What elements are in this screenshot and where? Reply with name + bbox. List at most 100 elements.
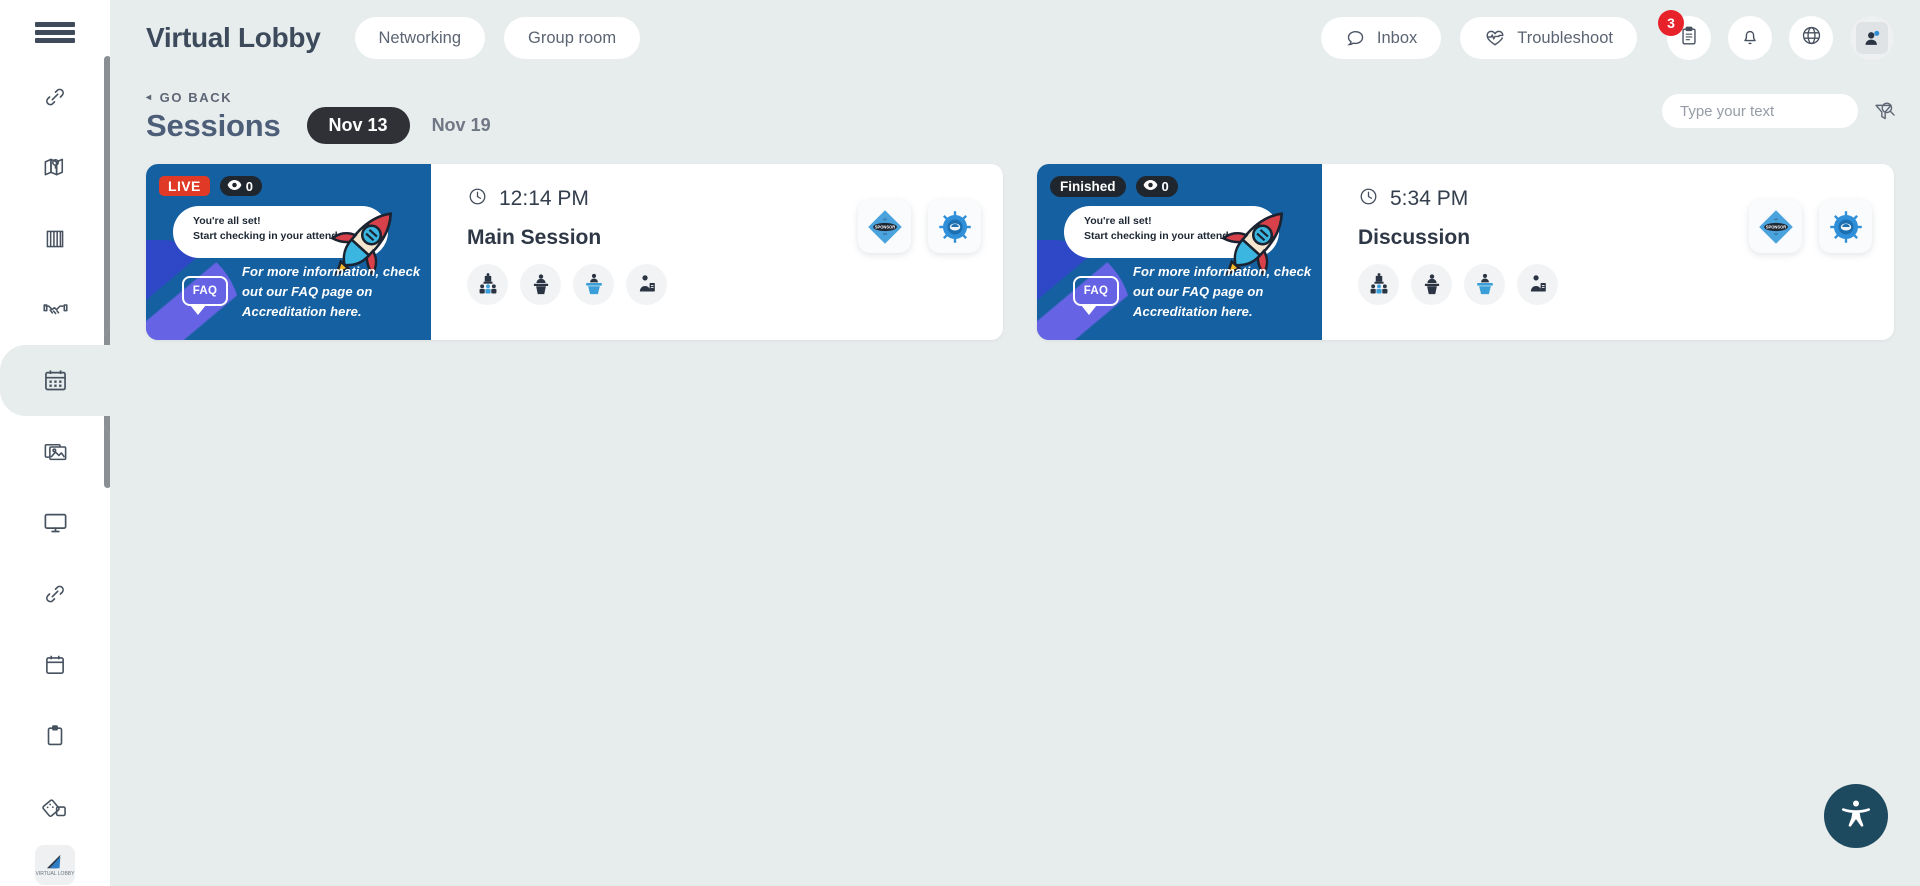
session-info: 5:34 PM Discussion [1358,186,1749,340]
session-speakers [1358,264,1749,305]
go-back-link[interactable]: ◂ GO BACK [146,90,1894,105]
note-line-2: out our FAQ page on [1133,283,1264,299]
sponsor-seal-badge[interactable] [1819,200,1872,253]
sidebar-item-link[interactable] [0,61,110,132]
sidebar-item-banner[interactable] [0,203,110,274]
user-profile-button[interactable] [1850,16,1894,60]
sidebar-item-sessions[interactable] [0,319,110,442]
sidebar-logo-wrap: VIRTUAL LOBBY [0,844,110,886]
session-info: 12:14 PM Main Session [467,186,858,340]
accessibility-button[interactable] [1824,784,1888,848]
hamburger-icon[interactable] [35,22,75,43]
sidebar-item-notes[interactable] [0,700,110,771]
eye-icon [1143,179,1158,194]
accessibility-person-icon [1838,796,1874,837]
tab-group-room-label: Group room [528,28,617,47]
eye-icon [227,179,242,194]
session-sponsors: SPONSOR API API [858,186,981,340]
sidebar-item-games[interactable] [0,771,110,842]
notifications-button[interactable] [1728,16,1772,60]
app-logo-label: VIRTUAL LOBBY [35,871,75,877]
note-line-1: For more information, check [242,263,421,279]
session-speakers [467,264,858,305]
banner-icon [42,226,68,252]
sidebar-item-gallery[interactable] [0,416,110,487]
app-logo-icon[interactable]: VIRTUAL LOBBY [35,845,75,885]
thumbnail-note: For more information, check out our FAQ … [242,262,420,322]
page-title-row: Sessions Nov 13 Nov 19 [146,107,1894,144]
note-line-3: Accreditation here. [1133,303,1253,319]
search-input[interactable] [1680,102,1879,120]
views-badge: 0 [1135,176,1178,197]
clock-icon [467,186,488,212]
svg-text:SPONSOR: SPONSOR [1765,224,1786,229]
language-button[interactable] [1789,16,1833,60]
app-root: VIRTUAL LOBBY Virtual Lobby Networking G… [0,0,1920,886]
heart-pulse-icon [1484,27,1506,49]
note-line-1: For more information, check [1133,263,1312,279]
svg-text:API: API [1773,218,1777,221]
clock-icon [1358,186,1379,212]
tab-networking-label: Networking [378,28,462,47]
sidebar-item-map[interactable] [0,132,110,203]
chat-bubble-icon [1345,28,1366,49]
status-row: LIVE 0 [159,176,262,196]
sidebar-item-agenda[interactable] [0,629,110,700]
sessions-list: LIVE 0 You're all set! Start checking in… [110,144,1920,340]
note-line-2: out our FAQ page on [242,283,373,299]
app-title: Virtual Lobby [146,22,321,53]
inbox-button[interactable]: Inbox [1320,17,1442,59]
session-body: 5:34 PM Discussion SPONSOR API API [1322,164,1894,340]
status-row: Finished 0 [1050,176,1178,197]
sponsor-seal-badge[interactable] [928,200,981,253]
dice-icon [41,793,69,820]
date-tab-nov-13[interactable]: Nov 13 [306,107,410,144]
inbox-label: Inbox [1376,28,1418,47]
faq-tail [190,305,206,315]
avatar-speaker-1[interactable] [1358,264,1399,305]
troubleshoot-button[interactable]: Troubleshoot [1460,17,1637,59]
search-box[interactable] [1662,94,1895,128]
handshake-icon [42,296,69,323]
top-bar: Virtual Lobby Networking Group room Inbo… [110,0,1920,76]
notes-button[interactable]: 3 [1658,10,1711,60]
globe-icon [1800,24,1823,52]
search-area [1662,94,1895,128]
sponsor-diamond-badge[interactable]: SPONSOR API API [1749,200,1802,253]
tab-group-room[interactable]: Group room [504,17,641,59]
tab-networking[interactable]: Networking [354,17,486,59]
session-name: Discussion [1358,226,1471,249]
date-tab-nov-19[interactable]: Nov 19 [410,107,513,144]
session-thumbnail: Finished 0 You're all set! Start checkin… [1037,164,1322,340]
avatar-speaker-4[interactable] [626,264,667,305]
session-body: 12:14 PM Main Session SPONSOR API API [431,164,1003,340]
session-time: 12:14 PM [499,187,589,210]
page-title: Sessions [146,107,281,143]
avatar-speaker-2[interactable] [1411,264,1452,305]
status-badge: LIVE [159,176,210,196]
calendar-icon [42,652,68,678]
filter-icon[interactable] [1873,101,1894,122]
faq-label: FAQ [182,276,228,306]
thumbnail-note: For more information, check out our FAQ … [1133,262,1311,322]
avatar-speaker-1[interactable] [467,264,508,305]
avatar-speaker-3[interactable] [573,264,614,305]
session-sponsors: SPONSOR API API [1749,186,1872,340]
link-icon [42,84,68,110]
page-header: ◂ GO BACK Sessions Nov 13 Nov 19 [110,76,1920,144]
svg-text:API: API [1773,232,1777,235]
faq-label: FAQ [1073,276,1119,306]
faq-tail [1081,305,1097,315]
session-time-row: 12:14 PM [467,186,858,212]
session-card[interactable]: LIVE 0 You're all set! Start checking in… [146,164,1003,340]
avatar-speaker-3[interactable] [1464,264,1505,305]
avatar-speaker-4[interactable] [1517,264,1558,305]
sidebar-item-screen[interactable] [0,487,110,558]
session-card[interactable]: Finished 0 You're all set! Start checkin… [1037,164,1894,340]
sidebar-item-links[interactable] [0,558,110,629]
svg-text:SPONSOR: SPONSOR [874,224,895,229]
faq-badge: FAQ [1073,276,1119,315]
monitor-icon [42,509,69,536]
avatar-speaker-2[interactable] [520,264,561,305]
sponsor-diamond-badge[interactable]: SPONSOR API API [858,200,911,253]
